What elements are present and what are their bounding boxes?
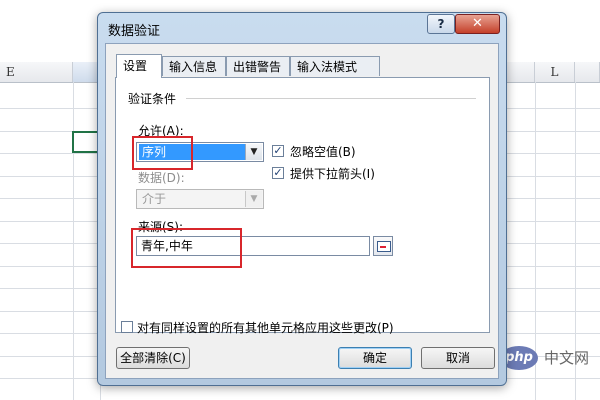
dialog-titlebar[interactable]: 数据验证 ? ✕ [98,13,506,43]
range-select-icon [377,241,391,252]
ok-button[interactable]: 确定 [338,347,412,369]
column-header-l[interactable]: L [535,62,575,82]
criteria-group-title: 验证条件 [128,92,177,106]
grid-line [73,82,74,400]
dialog-title: 数据验证 [108,24,161,39]
tab-error-alert[interactable]: 出错警告 [226,56,290,76]
help-button[interactable]: ? [427,14,455,34]
cancel-button[interactable]: 取消 [421,347,495,369]
group-divider [186,98,476,99]
data-value: 介于 [142,192,167,206]
tab-settings[interactable]: 设置 [116,54,162,78]
data-select: 介于 ▼ [136,189,264,209]
watermark-text: 中文网 [544,349,590,367]
tab-input-message[interactable]: 输入信息 [162,56,226,76]
dropdown-arrow-checkbox[interactable]: ✓ [272,167,284,179]
dropdown-arrow-label: 提供下拉箭头(I) [290,167,375,181]
ignore-blank-checkbox[interactable]: ✓ [272,145,284,157]
range-select-button[interactable] [373,236,393,256]
column-header-m[interactable] [575,62,600,82]
ignore-blank-label: 忽略空值(B) [290,145,356,159]
active-cell[interactable] [72,131,100,153]
tab-ime-mode[interactable]: 输入法模式 [290,56,380,76]
apply-all-label: 对有同样设置的所有其他单元格应用这些更改(P) [137,321,394,335]
highlight-box-source [131,228,242,268]
column-header-e[interactable]: E [0,62,73,82]
dialog-body: 设置 输入信息 出错警告 输入法模式 验证条件 允许(A): 序列 ▼ ✓ 忽略… [105,43,499,379]
watermark: php 中文网 [500,344,600,374]
apply-all-checkbox[interactable] [121,321,133,333]
data-validation-dialog: 数据验证 ? ✕ 设置 输入信息 出错警告 输入法模式 验证条件 允许(A): … [97,12,507,386]
close-button[interactable]: ✕ [455,14,500,34]
chevron-down-icon: ▼ [245,191,262,207]
clear-all-button[interactable]: 全部清除(C) [116,347,190,369]
highlight-box-allow [132,136,193,170]
data-label: 数据(D): [138,171,185,185]
chevron-down-icon[interactable]: ▼ [245,144,262,160]
settings-panel: 验证条件 允许(A): 序列 ▼ ✓ 忽略空值(B) ✓ 提供下拉箭头(I) 数… [115,77,490,333]
